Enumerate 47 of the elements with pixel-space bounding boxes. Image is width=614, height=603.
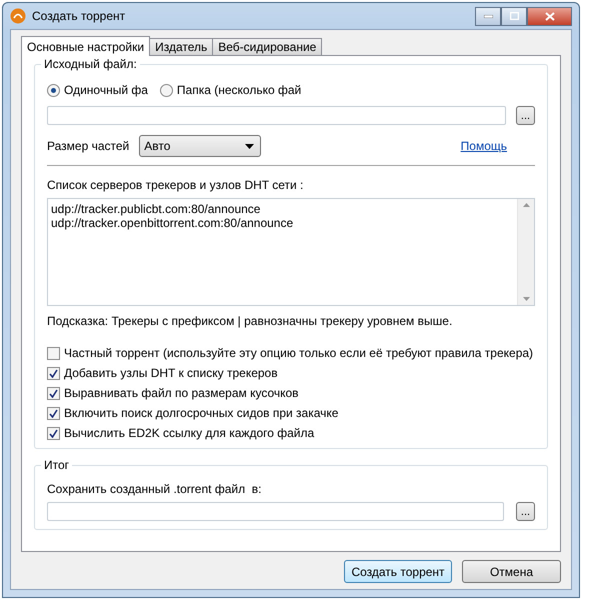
piece-size-dropdown[interactable]: Авто	[139, 135, 262, 157]
maximize-button[interactable]	[501, 6, 527, 26]
browse-button[interactable]: ...	[516, 502, 535, 521]
tracker-url: udp://tracker.openbittorrent.com:80/announce	[51, 216, 294, 230]
create-button[interactable]: Создать торрент	[344, 560, 452, 583]
tab[interactable]: Веб-сидирование	[212, 38, 322, 56]
tab[interactable]: Основные настройки	[21, 36, 150, 56]
window-title: Создать торрент	[32, 9, 126, 23]
caret-icon	[245, 144, 254, 148]
check-icon	[49, 388, 58, 398]
save-path-field[interactable]	[47, 502, 504, 521]
group-title: Итог	[41, 458, 72, 472]
checkbox-label: Включить поиск долгосрочных сидов при закачке	[64, 406, 338, 420]
check-icon	[49, 428, 58, 438]
trackers-textarea[interactable]: udp://tracker.publicbt.com:80/announce udp://tracker.openbittorrent.com:80/announce	[47, 198, 535, 306]
trackers-label: Список серверов трекеров и узлов DHT сети :	[47, 178, 304, 192]
source-path-field[interactable]	[47, 106, 506, 125]
checkbox[interactable]	[47, 386, 60, 400]
checkbox[interactable]	[47, 366, 60, 380]
radio-button[interactable]	[47, 84, 60, 96]
group-title: Исходный файл:	[41, 57, 140, 71]
checkbox-label: Выравнивать файл по размерам кусочков	[64, 386, 299, 400]
checkbox[interactable]	[47, 426, 60, 440]
check-icon	[49, 368, 58, 378]
checkbox-label: Частный торрент (используйте эту опцию только если её требуют правила трекера)	[64, 346, 534, 360]
hint-text: Подсказка: Трекеры с префиксом | равнозначны трекеру уровнем выше.	[47, 314, 454, 328]
tracker-url: udp://tracker.publicbt.com:80/announce	[51, 202, 262, 216]
radio-button[interactable]	[160, 84, 173, 96]
checkbox-label: Вычислить ED2K ссылку для каждого файла	[64, 426, 314, 440]
close-icon	[544, 12, 554, 20]
maximize-icon	[510, 12, 518, 20]
close-button[interactable]	[527, 6, 572, 26]
help-link[interactable]: Помощь	[460, 139, 507, 153]
check-icon	[49, 408, 58, 418]
save-path-label: Сохранить созданный .torrent файл в:	[47, 482, 262, 496]
minimize-button[interactable]	[475, 6, 501, 26]
checkbox[interactable]	[47, 346, 60, 360]
piece-size-label: Размер частей	[47, 139, 130, 153]
radio-label: Одиночный фа	[64, 83, 148, 97]
app-icon	[10, 8, 26, 24]
minimize-icon	[484, 14, 492, 18]
tab[interactable]: Издатель	[149, 38, 214, 56]
cancel-button[interactable]: Отмена	[462, 560, 561, 583]
browse-button[interactable]: ...	[516, 106, 535, 125]
checkbox[interactable]	[47, 406, 60, 420]
checkbox-label: Добавить узлы DHT к списку трекеров	[64, 366, 278, 380]
radio-label: Папка (несколько фай	[176, 83, 302, 97]
